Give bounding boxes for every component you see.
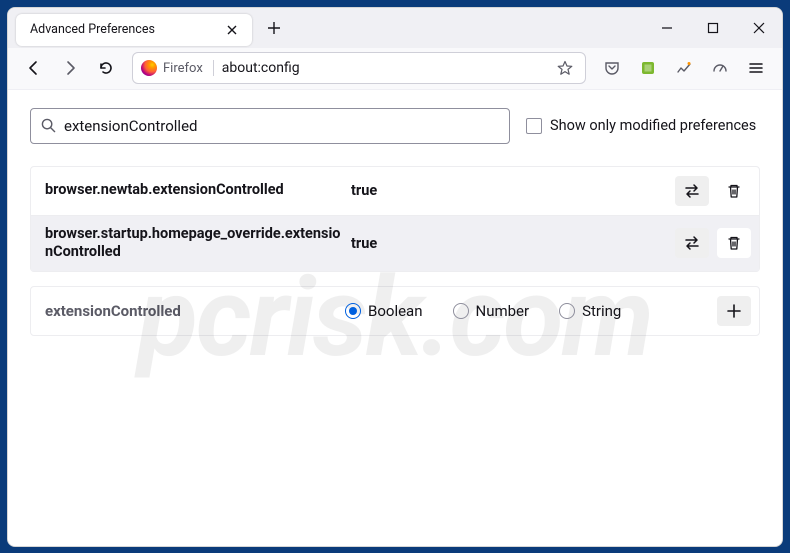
radio-boolean[interactable]: Boolean	[345, 302, 423, 320]
delete-button[interactable]	[717, 176, 751, 206]
url-identity-text: Firefox	[163, 61, 203, 76]
radio-label: Boolean	[368, 302, 423, 320]
search-input[interactable]	[64, 117, 499, 135]
dashboard-icon[interactable]	[704, 52, 736, 84]
pref-name: browser.startup.homepage_override.extens…	[45, 225, 345, 263]
url-text: about:config	[222, 60, 553, 76]
pref-value: true	[345, 235, 675, 252]
radio-label: String	[582, 302, 621, 320]
add-button[interactable]	[717, 296, 751, 326]
minimize-button[interactable]	[644, 8, 690, 48]
pocket-icon[interactable]	[596, 52, 628, 84]
window-controls	[644, 8, 782, 48]
back-button[interactable]	[18, 52, 50, 84]
trash-icon	[726, 183, 742, 199]
toggle-icon	[683, 235, 701, 251]
toggle-button[interactable]	[675, 176, 709, 206]
close-tab-icon[interactable]	[222, 20, 242, 40]
search-box[interactable]	[30, 108, 510, 144]
modified-only-toggle[interactable]: Show only modified preferences	[526, 117, 756, 134]
row-actions	[675, 176, 751, 206]
forward-button[interactable]	[54, 52, 86, 84]
trash-icon	[726, 235, 742, 251]
new-pref-name: extensionControlled	[45, 302, 345, 320]
search-icon	[41, 118, 56, 133]
url-bar[interactable]: Firefox about:config	[132, 52, 586, 84]
mail-icon[interactable]	[668, 52, 700, 84]
modified-only-label: Show only modified preferences	[550, 117, 756, 134]
menu-button[interactable]	[740, 52, 772, 84]
maximize-button[interactable]	[690, 8, 736, 48]
toggle-icon	[683, 183, 701, 199]
new-pref-row: extensionControlled Boolean Number Strin…	[30, 286, 760, 336]
nav-toolbar: Firefox about:config	[8, 48, 782, 90]
browser-window: Advanced Preferences	[7, 7, 783, 547]
search-row: Show only modified preferences	[30, 108, 760, 144]
browser-tab[interactable]: Advanced Preferences	[16, 14, 252, 46]
plus-icon	[726, 303, 742, 319]
titlebar: Advanced Preferences	[8, 8, 782, 48]
pref-row: browser.newtab.extensionControlled true	[31, 167, 759, 216]
bookmark-star-icon[interactable]	[553, 60, 577, 76]
pref-row: browser.startup.homepage_override.extens…	[31, 216, 759, 272]
row-actions	[675, 228, 751, 258]
pref-value: true	[345, 182, 675, 199]
radio-string[interactable]: String	[559, 302, 621, 320]
radio-number[interactable]: Number	[453, 302, 530, 320]
toggle-button[interactable]	[675, 228, 709, 258]
radio-icon	[559, 303, 575, 319]
radio-label: Number	[476, 302, 530, 320]
extension-icon[interactable]	[632, 52, 664, 84]
pref-name: browser.newtab.extensionControlled	[45, 181, 345, 200]
tab-title: Advanced Preferences	[30, 22, 222, 37]
type-radio-group: Boolean Number String	[345, 302, 717, 320]
results-table: browser.newtab.extensionControlled true …	[30, 166, 760, 273]
new-tab-button[interactable]	[260, 14, 288, 42]
radio-icon	[345, 303, 361, 319]
firefox-icon	[141, 60, 157, 76]
url-identity[interactable]: Firefox	[141, 60, 214, 76]
delete-button[interactable]	[717, 228, 751, 258]
reload-button[interactable]	[90, 52, 122, 84]
radio-icon	[453, 303, 469, 319]
checkbox-icon[interactable]	[526, 118, 542, 134]
page-content: pcrisk.com Show only modified preference…	[8, 90, 782, 546]
close-window-button[interactable]	[736, 8, 782, 48]
